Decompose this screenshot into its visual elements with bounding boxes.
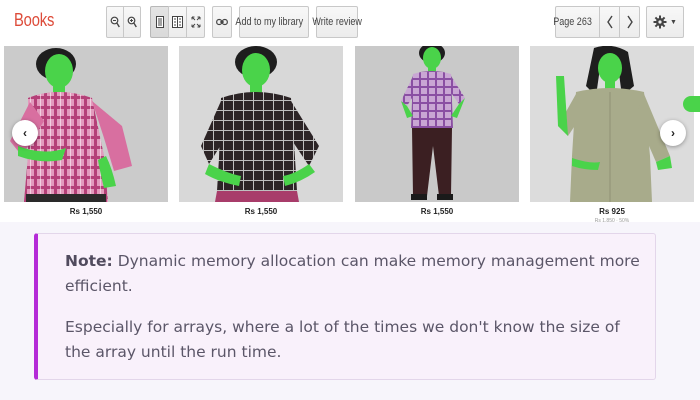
single-page-icon	[155, 16, 164, 28]
zoom-out-icon	[110, 16, 120, 28]
product-photo	[355, 46, 519, 202]
add-to-library-label: Add to my library	[235, 16, 303, 28]
single-page-button[interactable]	[150, 6, 169, 38]
prev-page-button[interactable]	[599, 6, 620, 38]
next-page-button[interactable]	[619, 6, 640, 38]
gear-icon	[653, 15, 667, 29]
note-text-1: Dynamic memory allocation can make memor…	[65, 252, 640, 295]
two-page-icon	[172, 16, 183, 28]
two-page-button[interactable]	[168, 6, 187, 38]
note-label: Note:	[65, 252, 113, 270]
fullscreen-icon	[191, 16, 200, 28]
note-paragraph-1: Note: Dynamic memory allocation can make…	[65, 249, 645, 299]
product-card[interactable]: Rs 1,550	[179, 46, 343, 222]
product-card[interactable]: Rs 1,550	[355, 46, 519, 222]
product-photo	[179, 46, 343, 202]
side-tab[interactable]	[683, 96, 700, 112]
link-icon	[216, 18, 228, 26]
next-page-icon	[626, 15, 633, 29]
write-review-button[interactable]: Write review	[312, 6, 362, 38]
page-select[interactable]: Page 263 ▼	[553, 6, 606, 38]
carousel-prev-button[interactable]: ‹	[12, 120, 38, 146]
zoom-out-button[interactable]	[106, 6, 124, 38]
product-price: Rs 1,550	[244, 207, 278, 216]
zoom-in-icon	[127, 16, 137, 28]
link-button[interactable]	[212, 6, 232, 38]
fullscreen-button[interactable]	[186, 6, 205, 38]
note-paragraph-2: Especially for arrays, where a lot of th…	[65, 318, 620, 361]
product-price: Rs 925	[599, 207, 625, 216]
books-toolbar: Books Add to my library ▼ Write review P…	[0, 0, 700, 44]
note-callout: Note: Dynamic memory allocation can make…	[34, 233, 656, 380]
chevron-right-icon: ›	[671, 126, 675, 140]
chevron-down-icon: ▼	[670, 18, 677, 26]
chevron-left-icon: ‹	[23, 126, 27, 140]
write-review-label: Write review	[312, 16, 362, 28]
carousel-next-button[interactable]: ›	[660, 120, 686, 146]
page-number-label: Page 263	[553, 16, 592, 28]
brand-logo[interactable]: Books	[14, 10, 54, 31]
add-to-library-button[interactable]: Add to my library ▼	[235, 6, 320, 38]
content-area: Note: Dynamic memory allocation can make…	[0, 222, 700, 400]
product-carousel: Rs 1,550 Rs 1,550 Rs 1,550 Rs 925 Rs 1,8…	[0, 46, 700, 224]
settings-button[interactable]: ▼	[646, 6, 684, 38]
product-price: Rs 1,550	[69, 207, 103, 216]
prev-page-icon	[606, 15, 613, 29]
product-price: Rs 1,550	[420, 207, 454, 216]
zoom-in-button[interactable]	[123, 6, 141, 38]
